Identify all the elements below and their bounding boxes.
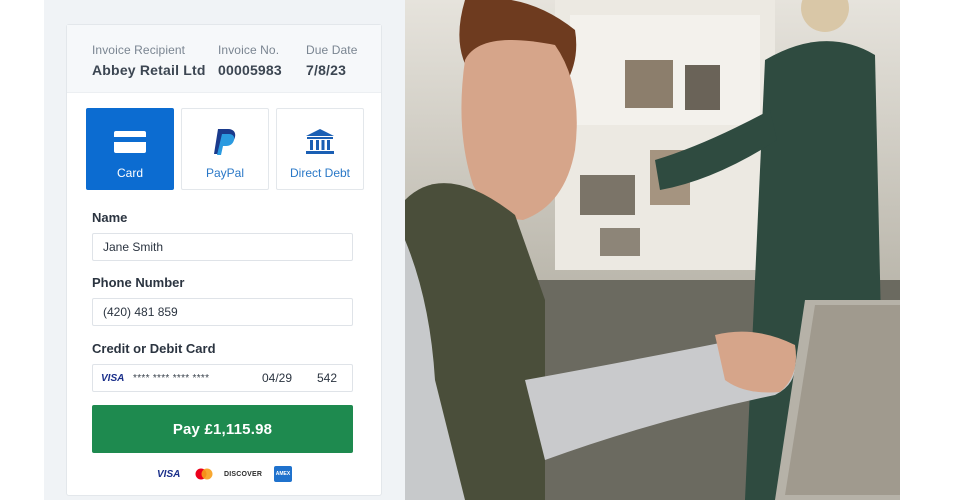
invoice-recipient-value: Abbey Retail Ltd [92,62,206,78]
invoice-number-value: 00005983 [218,62,282,78]
card-field[interactable]: VISA **** **** **** **** 04/29 542 [92,364,353,392]
name-label: Name [92,210,128,225]
name-field[interactable]: Jane Smith [92,233,353,261]
right-margin [900,0,978,500]
bank-icon [277,127,363,157]
pay-button[interactable]: Pay £1,115.98 [92,405,353,453]
method-paypal-label: PayPal [205,166,245,180]
method-direct-debit-button[interactable]: Direct Debt [276,108,364,190]
method-direct-debit-label: Direct Debt [289,166,351,180]
amex-logo: AMEX [274,466,292,482]
due-date-label: Due Date [306,43,358,57]
invoice-number: Invoice No. 00005983 [218,43,282,78]
accepted-brands: VISA DISCOVER AMEX [155,465,295,483]
card-number-value[interactable]: **** **** **** **** [133,373,263,384]
mastercard-icon [195,465,213,483]
method-card-button[interactable]: Card [86,108,174,190]
card-label: Credit or Debit Card [92,341,216,356]
method-card-label: Card [116,166,143,180]
invoice-summary: Invoice Recipient Abbey Retail Ltd Invoi… [67,25,381,93]
card-cvc-value[interactable]: 542 [317,371,337,385]
visa-logo: VISA [157,468,181,480]
invoice-number-label: Invoice No. [218,43,280,57]
phone-label: Phone Number [92,275,185,290]
card-expiry-value[interactable]: 04/29 [262,371,292,385]
hero-photo [405,0,900,500]
paypal-icon [182,127,268,157]
name-value: Jane Smith [103,240,164,254]
discover-logo: DISCOVER [224,470,263,478]
invoice-recipient: Invoice Recipient Abbey Retail Ltd [92,43,206,78]
phone-value: (420) 481 859 [103,305,178,319]
method-paypal-button[interactable]: PayPal [181,108,269,190]
visa-card-brand: VISA [101,372,125,384]
due-date-value: 7/8/23 [306,62,347,78]
invoice-due-date: Due Date 7/8/23 [306,43,358,78]
phone-field[interactable]: (420) 481 859 [92,298,353,326]
credit-card-icon [87,127,173,157]
invoice-recipient-label: Invoice Recipient [92,43,186,57]
payment-card: Invoice Recipient Abbey Retail Ltd Invoi… [66,24,382,496]
